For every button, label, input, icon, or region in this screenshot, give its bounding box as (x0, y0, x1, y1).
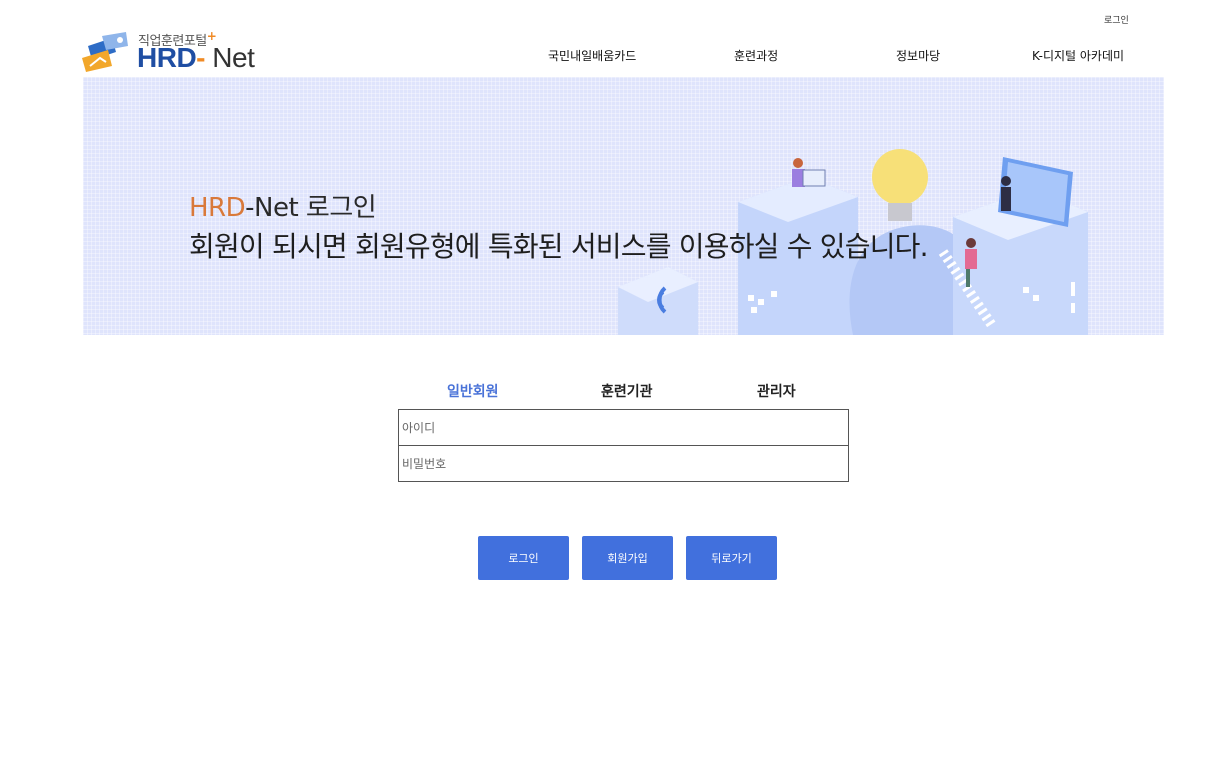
nav-item-training-courses[interactable]: 훈련과정 (734, 47, 778, 64)
nav-item-learning-card[interactable]: 국민내일배움카드 (548, 47, 636, 64)
member-type-tabs: 일반회원 훈련기관 관리자 (0, 381, 1229, 403)
tab-training-institution[interactable]: 훈련기관 (601, 381, 653, 401)
banner-description: 회원이 되시면 회원유형에 특화된 서비스를 이용하실 수 있습니다. (189, 230, 929, 263)
logo-plus: + (206, 29, 217, 43)
id-input[interactable] (398, 409, 849, 446)
password-input[interactable] (398, 445, 849, 482)
banner-title: HRD-Net 로그인 (189, 193, 377, 223)
main-nav: 국민내일배움카드 훈련과정 정보마당 K-디지털 아카데미 (0, 47, 1229, 67)
nav-item-k-digital-academy[interactable]: K-디지털 아카데미 (1032, 47, 1124, 64)
signup-button[interactable]: 회원가입 (582, 536, 673, 580)
tab-administrator[interactable]: 관리자 (757, 381, 796, 401)
back-button[interactable]: 뒤로가기 (686, 536, 777, 580)
login-form (398, 409, 849, 482)
top-login-link[interactable]: 로그인 (1104, 13, 1129, 26)
login-button[interactable]: 로그인 (478, 536, 569, 580)
login-banner: HRD-Net 로그인 회원이 되시면 회원유형에 특화된 서비스를 이용하실 … (83, 77, 1164, 335)
tab-general-member[interactable]: 일반회원 (447, 381, 499, 401)
nav-item-info[interactable]: 정보마당 (896, 47, 940, 64)
